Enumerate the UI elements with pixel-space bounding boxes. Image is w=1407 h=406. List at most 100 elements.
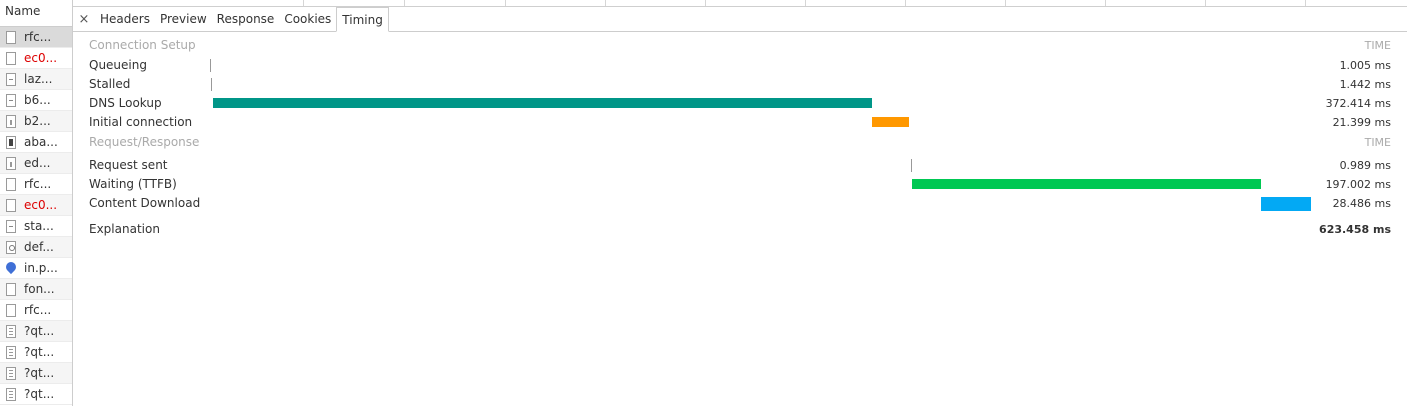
detail-tabs: × Headers Preview Response Cookies Timin… bbox=[73, 7, 1407, 32]
request-name: b6... bbox=[24, 93, 51, 107]
column-separator bbox=[404, 0, 405, 6]
request-name: rfc... bbox=[24, 303, 52, 317]
gear-file-icon bbox=[6, 240, 16, 254]
request-row[interactable]: b6... bbox=[0, 90, 72, 111]
phase-label: Queueing bbox=[89, 58, 147, 72]
request-row[interactable]: ?qt... bbox=[0, 384, 72, 405]
timing-breakdown: Connection Setup TIME Queueing 1.005 ms … bbox=[89, 36, 1391, 239]
request-name: ec0... bbox=[24, 198, 58, 212]
document-file-icon bbox=[6, 366, 16, 380]
request-row[interactable]: in.p... bbox=[0, 258, 72, 279]
phase-label: Waiting (TTFB) bbox=[89, 177, 177, 191]
request-response-header: Request/Response TIME bbox=[89, 133, 1391, 156]
phase-label: Stalled bbox=[89, 77, 131, 91]
request-name: rfc... bbox=[24, 30, 52, 44]
request-row[interactable]: rfc... bbox=[0, 27, 72, 48]
request-row[interactable]: def... bbox=[0, 237, 72, 258]
column-separator bbox=[705, 0, 706, 6]
column-separator bbox=[505, 0, 506, 6]
phase-duration: 197.002 ms bbox=[1325, 178, 1391, 191]
request-name: ?qt... bbox=[24, 366, 55, 380]
request-row[interactable]: laz... bbox=[0, 69, 72, 90]
time-column-header: TIME bbox=[1364, 136, 1391, 149]
document-file-icon bbox=[6, 345, 16, 359]
column-separator bbox=[1305, 0, 1306, 6]
request-name: in.p... bbox=[24, 261, 58, 275]
tab-timing[interactable]: Timing bbox=[336, 7, 389, 32]
explanation-link[interactable]: Explanation bbox=[89, 220, 160, 239]
request-row[interactable]: b2... bbox=[0, 111, 72, 132]
script-file-icon bbox=[6, 219, 16, 233]
column-separator bbox=[805, 0, 806, 6]
request-row[interactable]: ec0... bbox=[0, 195, 72, 216]
request-name: ec0... bbox=[24, 51, 58, 65]
request-row[interactable]: ?qt... bbox=[0, 321, 72, 342]
column-separator bbox=[303, 0, 304, 6]
timing-footer: Explanation 623.458 ms bbox=[89, 220, 1391, 239]
total-duration: 623.458 ms bbox=[1319, 223, 1391, 236]
request-row[interactable]: ec0... bbox=[0, 48, 72, 69]
request-name: rfc... bbox=[24, 177, 52, 191]
waiting-ttfb-bar bbox=[912, 179, 1261, 189]
timing-row-dns-lookup: DNS Lookup 372.414 ms bbox=[89, 94, 1391, 113]
file-icon bbox=[6, 177, 16, 191]
request-row[interactable]: aba... bbox=[0, 132, 72, 153]
request-row[interactable]: fon... bbox=[0, 279, 72, 300]
file-icon bbox=[6, 282, 16, 296]
tab-response[interactable]: Response bbox=[212, 7, 280, 31]
request-name: b2... bbox=[24, 114, 51, 128]
file-icon bbox=[6, 30, 16, 44]
document-file-icon bbox=[6, 387, 16, 401]
tab-cookies[interactable]: Cookies bbox=[279, 7, 336, 31]
content-download-bar bbox=[1261, 197, 1311, 211]
request-name-column: Name rfc... ec0... laz... b6... b2... aba... e… bbox=[0, 0, 73, 406]
phase-label: Request sent bbox=[89, 158, 168, 172]
close-icon[interactable]: × bbox=[73, 7, 95, 31]
phase-label: Content Download bbox=[89, 196, 201, 210]
image-file-icon bbox=[6, 114, 16, 128]
request-name: ed... bbox=[24, 156, 51, 170]
queueing-tick bbox=[210, 59, 211, 72]
request-name: ?qt... bbox=[24, 324, 55, 338]
column-separator bbox=[905, 0, 906, 6]
name-column-header[interactable]: Name bbox=[0, 0, 72, 27]
tab-preview[interactable]: Preview bbox=[155, 7, 212, 31]
file-icon bbox=[6, 198, 16, 212]
phase-duration: 28.486 ms bbox=[1332, 197, 1391, 210]
phase-duration: 1.005 ms bbox=[1339, 59, 1391, 72]
request-sent-tick bbox=[911, 159, 912, 172]
phase-duration: 21.399 ms bbox=[1332, 116, 1391, 129]
column-separator bbox=[1205, 0, 1206, 6]
file-icon bbox=[6, 303, 16, 317]
timing-row-content-download: Content Download 28.486 ms bbox=[89, 194, 1391, 213]
phase-duration: 0.989 ms bbox=[1339, 159, 1391, 172]
request-row[interactable]: sta... bbox=[0, 216, 72, 237]
phase-duration: 372.414 ms bbox=[1325, 97, 1391, 110]
timing-row-initial-connection: Initial connection 21.399 ms bbox=[89, 113, 1391, 132]
section-title: Connection Setup bbox=[89, 38, 196, 52]
tab-headers[interactable]: Headers bbox=[95, 7, 155, 31]
request-name: aba... bbox=[24, 135, 58, 149]
timing-row-queueing: Queueing 1.005 ms bbox=[89, 56, 1391, 75]
column-separator bbox=[605, 0, 606, 6]
timing-row-stalled: Stalled 1.442 ms bbox=[89, 75, 1391, 94]
request-row[interactable]: ?qt... bbox=[0, 363, 72, 384]
request-row[interactable]: rfc... bbox=[0, 300, 72, 321]
location-pin-icon bbox=[6, 262, 16, 274]
phase-label: DNS Lookup bbox=[89, 96, 162, 110]
column-separator bbox=[1105, 0, 1106, 6]
request-name: ?qt... bbox=[24, 345, 55, 359]
request-name: ?qt... bbox=[24, 387, 55, 401]
phase-label: Initial connection bbox=[89, 115, 193, 129]
stalled-tick bbox=[211, 78, 212, 91]
waterfall-header-strip bbox=[73, 0, 1407, 7]
request-row[interactable]: ed... bbox=[0, 153, 72, 174]
timing-row-waiting-ttfb: Waiting (TTFB) 197.002 ms bbox=[89, 175, 1391, 194]
dark-image-file-icon bbox=[6, 135, 16, 149]
request-name: fon... bbox=[24, 282, 55, 296]
request-row[interactable]: ?qt... bbox=[0, 342, 72, 363]
request-row[interactable]: rfc... bbox=[0, 174, 72, 195]
name-header-label: Name bbox=[5, 4, 41, 18]
request-name: laz... bbox=[24, 72, 53, 86]
timing-row-request-sent: Request sent 0.989 ms bbox=[89, 156, 1391, 175]
